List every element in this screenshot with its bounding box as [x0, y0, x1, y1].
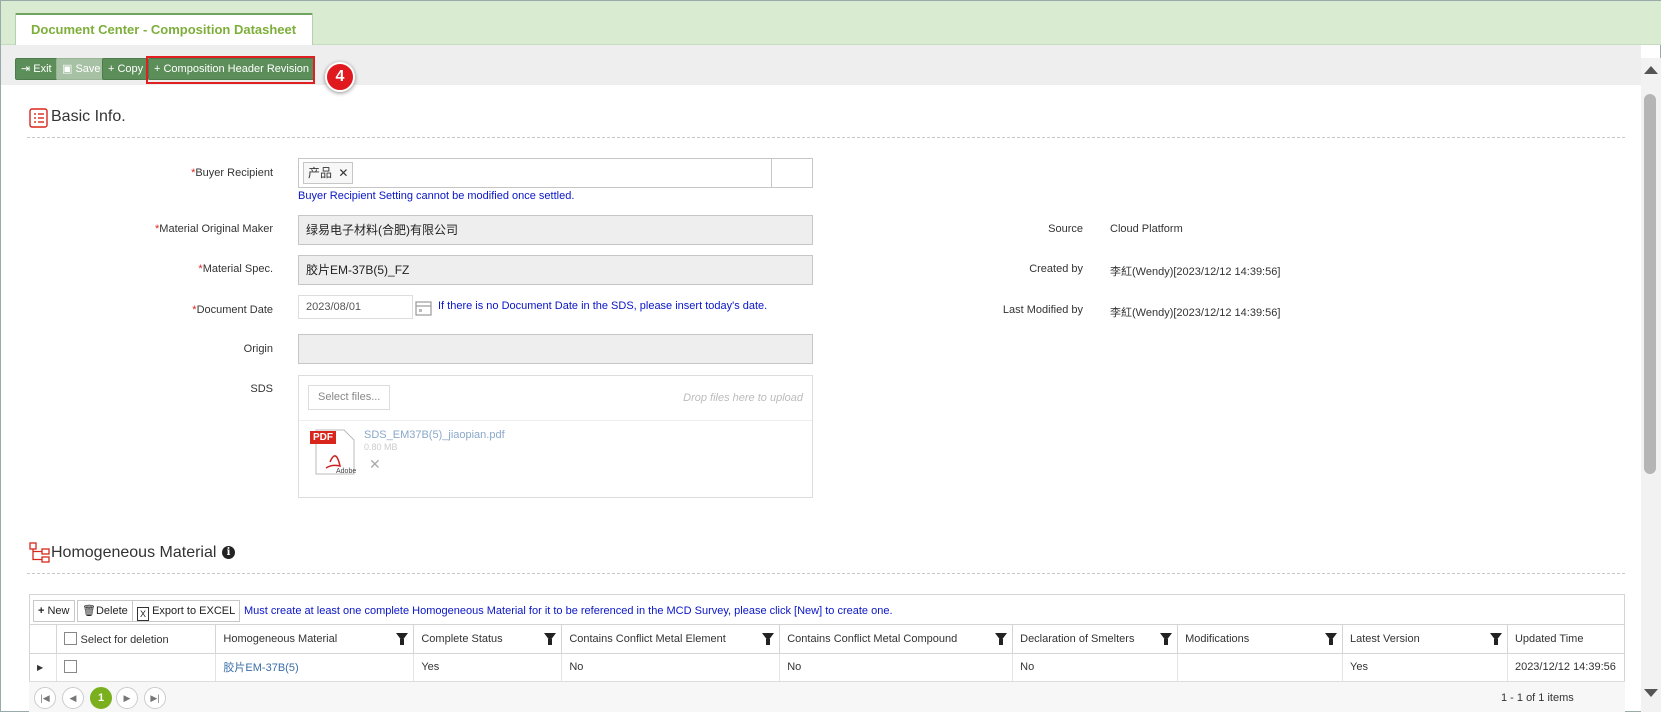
column-conflict-compound[interactable]: Contains Conflict Metal Compound — [779, 625, 1014, 654]
copy-button[interactable]: + Copy — [102, 58, 150, 80]
filter-icon[interactable] — [396, 633, 409, 645]
material-maker-field[interactable]: 绿易电子材料(合肥)有限公司 — [298, 215, 813, 245]
filter-icon[interactable] — [1489, 633, 1502, 645]
buyer-recipient-note: Buyer Recipient Setting cannot be modifi… — [298, 190, 575, 202]
column-latest-version[interactable]: Latest Version — [1342, 625, 1508, 654]
conflict-element-cell: No — [561, 653, 781, 682]
last-modified-value: 李紅(Wendy)[2023/12/12 14:39:56] — [1110, 307, 1281, 319]
save-icon: ▣ — [62, 63, 76, 75]
filter-icon[interactable] — [544, 633, 557, 645]
smelters-cell: No — [1012, 653, 1179, 682]
material-spec-label: *Material Spec. — [198, 263, 273, 275]
material-link[interactable]: 胶片EM-37B(5) — [215, 653, 415, 682]
pdf-badge: PDF — [310, 431, 336, 444]
svg-text:Adobe: Adobe — [336, 468, 356, 475]
info-icon[interactable]: i — [222, 546, 235, 559]
sds-upload[interactable]: Select files... Drop files here to uploa… — [298, 375, 813, 498]
filter-icon[interactable] — [995, 633, 1008, 645]
origin-field[interactable] — [298, 334, 813, 364]
column-modifications[interactable]: Modifications — [1177, 625, 1344, 654]
last-modified-label: Last Modified by — [1002, 304, 1083, 316]
select-files-button[interactable]: Select files... — [308, 385, 391, 410]
input-divider — [771, 159, 772, 187]
divider — [299, 420, 812, 421]
excel-icon: X — [137, 607, 149, 621]
basic-info-title: Basic Info. — [51, 108, 126, 125]
source-label: Source — [1048, 223, 1083, 235]
material-maker-label: *Material Original Maker — [155, 223, 273, 235]
created-by-label: Created by — [1029, 263, 1083, 275]
filter-icon[interactable] — [1325, 633, 1338, 645]
delete-button[interactable]: 🗑Delete — [77, 600, 133, 622]
source-value: Cloud Platform — [1110, 223, 1183, 235]
column-homogeneous-material[interactable]: Homogeneous Material — [215, 625, 415, 654]
new-button[interactable]: + New — [33, 600, 75, 622]
buyer-recipient-label: *Buyer Recipient — [191, 167, 273, 179]
latest-version-cell: Yes — [1342, 653, 1508, 682]
sds-file-size: 0.80 MB — [364, 442, 398, 452]
complete-status-cell: Yes — [413, 653, 563, 682]
vertical-scrollbar[interactable] — [1641, 58, 1661, 712]
origin-label: Origin — [243, 343, 273, 355]
homogeneous-note: Must create at least one complete Homoge… — [244, 605, 893, 617]
filter-icon[interactable] — [1160, 633, 1173, 645]
scroll-down-icon[interactable] — [1644, 689, 1658, 697]
column-declaration-smelters[interactable]: Declaration of Smelters — [1012, 625, 1179, 654]
filter-icon[interactable] — [762, 633, 775, 645]
expand-row-icon[interactable]: ▶ — [30, 653, 58, 682]
updated-time-cell: 2023/12/12 14:39:56 — [1507, 653, 1624, 682]
tree-icon — [29, 542, 50, 563]
column-conflict-element[interactable]: Contains Conflict Metal Element — [561, 625, 781, 654]
divider — [27, 573, 1625, 574]
last-page-icon[interactable]: ▶| — [144, 687, 166, 709]
prev-page-icon[interactable]: ◀ — [62, 687, 84, 709]
table-header: Select for deletion Homogeneous Material… — [30, 625, 1624, 654]
table-row[interactable]: ▶ 胶片EM-37B(5) Yes No No No Yes 2023/12/1… — [30, 653, 1624, 682]
column-complete-status[interactable]: Complete Status — [413, 625, 563, 654]
divider — [27, 137, 1625, 138]
calendar-icon[interactable] — [414, 298, 434, 318]
drop-hint: Drop files here to upload — [683, 392, 803, 404]
list-icon — [29, 108, 48, 128]
scroll-up-icon[interactable] — [1644, 66, 1658, 74]
sds-file-link[interactable]: SDS_EM37B(5)_jiaopian.pdf — [364, 429, 505, 441]
document-date-input[interactable]: 2023/08/01 — [298, 295, 413, 319]
scroll-thumb[interactable] — [1644, 94, 1656, 474]
pager — [29, 681, 1625, 712]
modifications-cell — [1177, 653, 1344, 682]
created-by-value: 李紅(Wendy)[2023/12/12 14:39:56] — [1110, 266, 1281, 278]
document-date-label: *Document Date — [192, 304, 273, 316]
exit-button[interactable]: ⇥ Exit — [15, 58, 58, 80]
tab-composition-datasheet[interactable]: Document Center - Composition Datasheet — [15, 13, 313, 45]
homogeneous-table: Select for deletion Homogeneous Material… — [30, 625, 1624, 682]
remove-tag-icon[interactable]: ✕ — [338, 166, 348, 180]
trash-icon: 🗑 — [82, 605, 96, 617]
first-page-icon[interactable]: |◀ — [34, 687, 56, 709]
conflict-compound-cell: No — [779, 653, 1014, 682]
step-badge: 4 — [325, 62, 355, 92]
page-button-1[interactable]: 1 — [90, 687, 112, 709]
material-spec-field[interactable]: 胶片EM-37B(5)_FZ — [298, 255, 813, 285]
row-checkbox[interactable] — [64, 660, 78, 673]
save-button[interactable]: ▣ Save — [56, 58, 107, 80]
select-all-checkbox[interactable] — [64, 631, 78, 645]
homogeneous-title: Homogeneous Material — [51, 544, 217, 561]
column-select-deletion[interactable]: Select for deletion — [56, 625, 217, 654]
column-updated-time[interactable]: Updated Time — [1507, 625, 1624, 654]
document-date-note: If there is no Document Date in the SDS,… — [438, 300, 768, 312]
row-checkbox-cell[interactable] — [56, 653, 217, 682]
pager-summary: 1 - 1 of 1 items — [1501, 692, 1574, 704]
buyer-recipient-input[interactable]: 产品 ✕ — [298, 158, 813, 188]
expand-column-header — [30, 625, 58, 654]
sds-label: SDS — [250, 383, 273, 395]
remove-file-icon[interactable]: ✕ — [369, 456, 381, 473]
buyer-recipient-tag: 产品 ✕ — [303, 162, 354, 184]
next-page-icon[interactable]: ▶ — [116, 687, 138, 709]
export-excel-button[interactable]: X Export to EXCEL — [132, 600, 241, 622]
highlight-box — [146, 56, 315, 84]
exit-icon: ⇥ — [21, 63, 34, 75]
